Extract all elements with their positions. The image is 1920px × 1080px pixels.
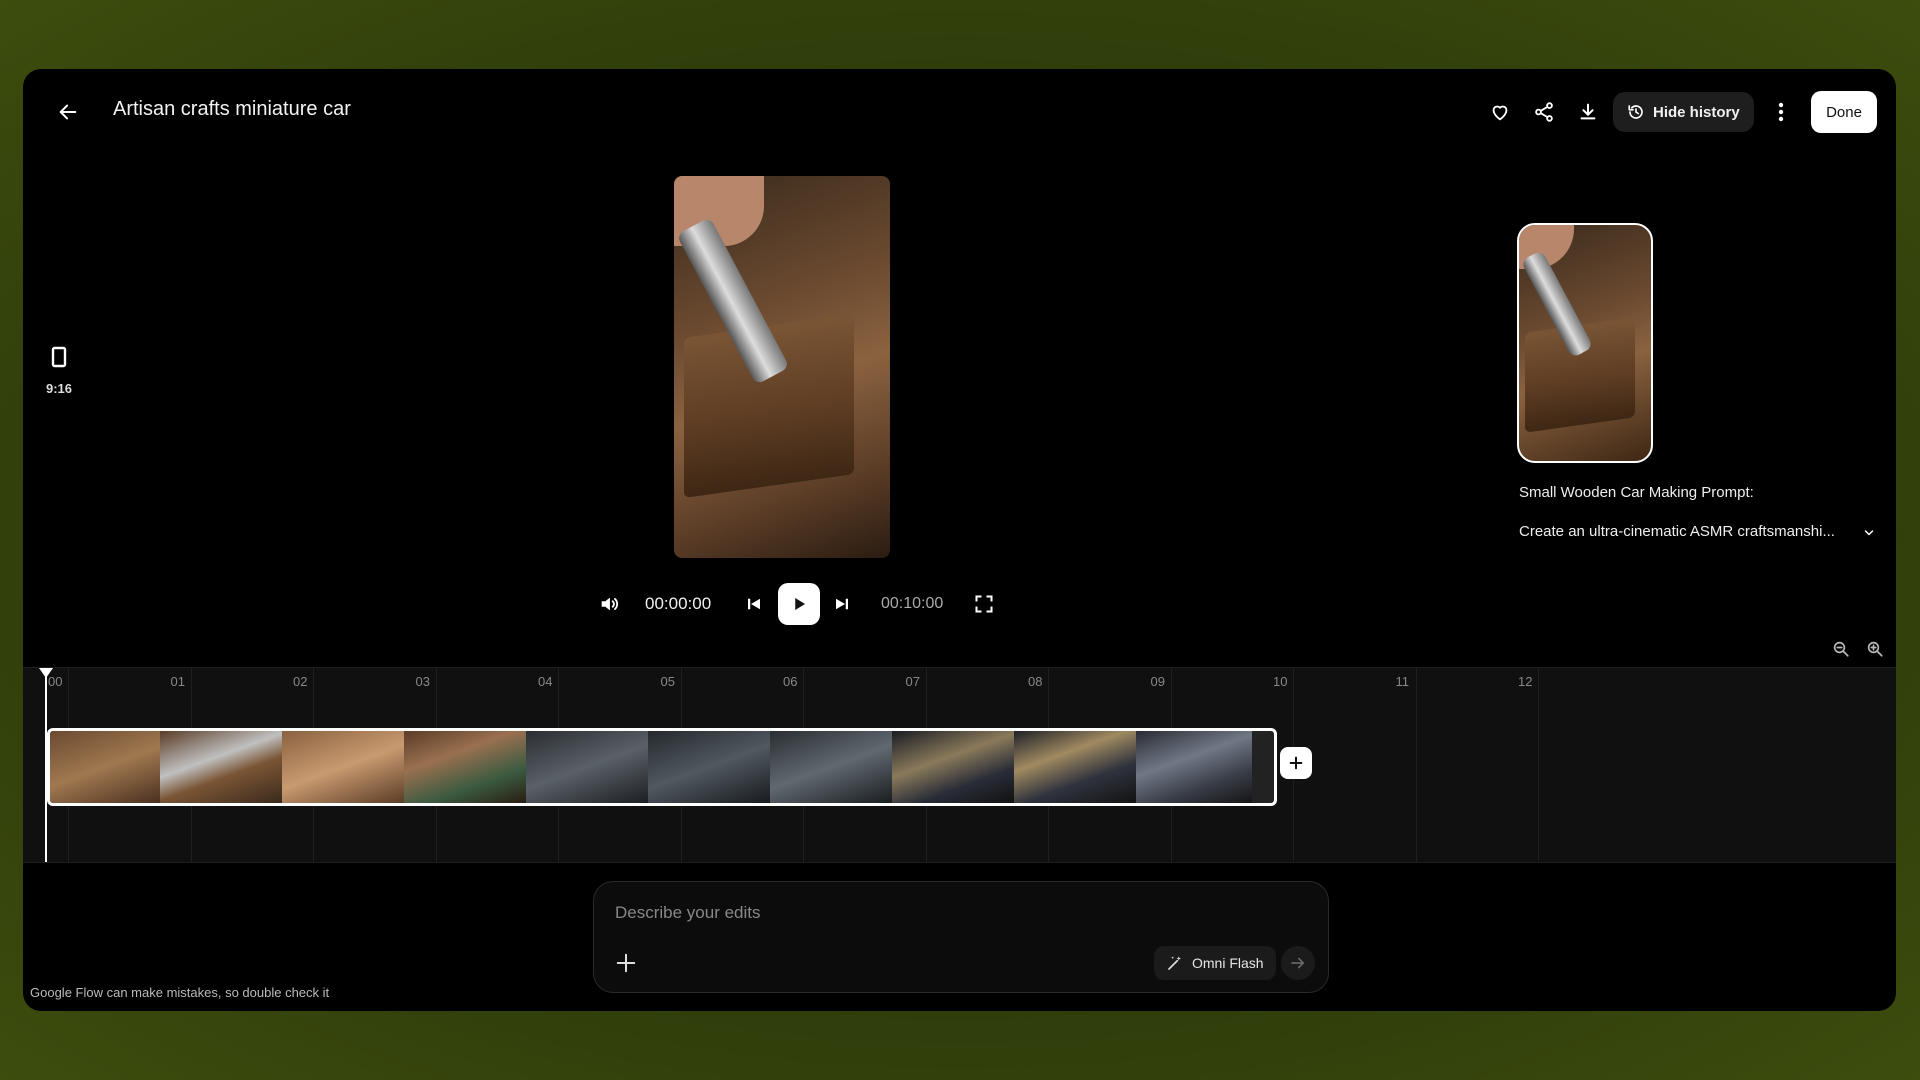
timeline-tick-label: 03 xyxy=(415,674,430,689)
timeline-tick-label: 12 xyxy=(1518,674,1533,689)
current-time: 00:00:00 xyxy=(645,594,712,613)
done-button[interactable]: Done xyxy=(1811,91,1877,133)
model-label: Omni Flash xyxy=(1192,955,1264,971)
hide-history-label: Hide history xyxy=(1653,103,1740,121)
timeline-gridline xyxy=(1415,668,1417,862)
playhead[interactable] xyxy=(45,668,47,862)
page-title: Artisan crafts miniature car xyxy=(113,98,351,120)
timeline-tick-label: 08 xyxy=(1028,674,1043,689)
prompt-text: Create an ultra-cinematic ASMR craftsman… xyxy=(1519,523,1835,540)
zoom-out-icon[interactable] xyxy=(1829,637,1853,661)
add-attachment-icon[interactable] xyxy=(610,947,642,979)
timeline-tick-label: 07 xyxy=(905,674,920,689)
back-arrow-icon[interactable] xyxy=(53,97,83,127)
chevron-down-icon[interactable] xyxy=(1859,523,1879,543)
editor-window: Artisan crafts miniature car Hide histor… xyxy=(23,69,1896,1011)
edit-prompt-input[interactable]: Describe your edits xyxy=(615,903,761,923)
skip-forward-icon[interactable] xyxy=(829,591,855,617)
timeline-tick-label: 05 xyxy=(660,674,675,689)
prompt-title: Small Wooden Car Making Prompt: xyxy=(1519,484,1754,501)
aspect-ratio-label: 9:16 xyxy=(45,381,73,396)
timeline-tick-label: 01 xyxy=(170,674,185,689)
fullscreen-icon[interactable] xyxy=(969,589,999,619)
send-button[interactable] xyxy=(1281,946,1315,980)
timeline-tick-label: 02 xyxy=(293,674,308,689)
magic-wand-icon xyxy=(1166,954,1184,972)
volume-icon[interactable] xyxy=(594,589,624,619)
timeline-tick-label: 06 xyxy=(783,674,798,689)
hide-history-button[interactable]: Hide history xyxy=(1613,92,1754,132)
history-thumbnail[interactable] xyxy=(1517,223,1653,463)
timeline-tick-label: 10 xyxy=(1273,674,1288,689)
clip-strip[interactable] xyxy=(47,728,1277,806)
playhead-handle[interactable] xyxy=(39,668,53,678)
share-icon[interactable] xyxy=(1529,97,1559,127)
timeline-tick-label: 04 xyxy=(538,674,553,689)
timeline[interactable]: 00 01 02 03 04 05 06 07 08 09 10 11 12 xyxy=(23,667,1896,863)
timeline-gridline xyxy=(1538,668,1539,862)
timeline-tick-label: 09 xyxy=(1150,674,1165,689)
video-preview[interactable] xyxy=(674,176,890,558)
play-button[interactable] xyxy=(778,583,820,625)
total-duration: 00:10:00 xyxy=(881,595,944,612)
history-icon xyxy=(1627,103,1645,121)
more-options-icon[interactable] xyxy=(1766,97,1796,127)
aspect-ratio-icon[interactable] xyxy=(45,343,73,371)
timeline-tick-label: 11 xyxy=(1395,674,1410,689)
model-selector-button[interactable]: Omni Flash xyxy=(1154,946,1276,980)
add-clip-button[interactable] xyxy=(1280,747,1312,779)
download-icon[interactable] xyxy=(1573,97,1603,127)
zoom-in-icon[interactable] xyxy=(1863,637,1887,661)
disclaimer-text: Google Flow can make mistakes, so double… xyxy=(30,985,330,1000)
favorite-heart-icon[interactable] xyxy=(1485,97,1515,127)
skip-back-icon[interactable] xyxy=(741,591,767,617)
